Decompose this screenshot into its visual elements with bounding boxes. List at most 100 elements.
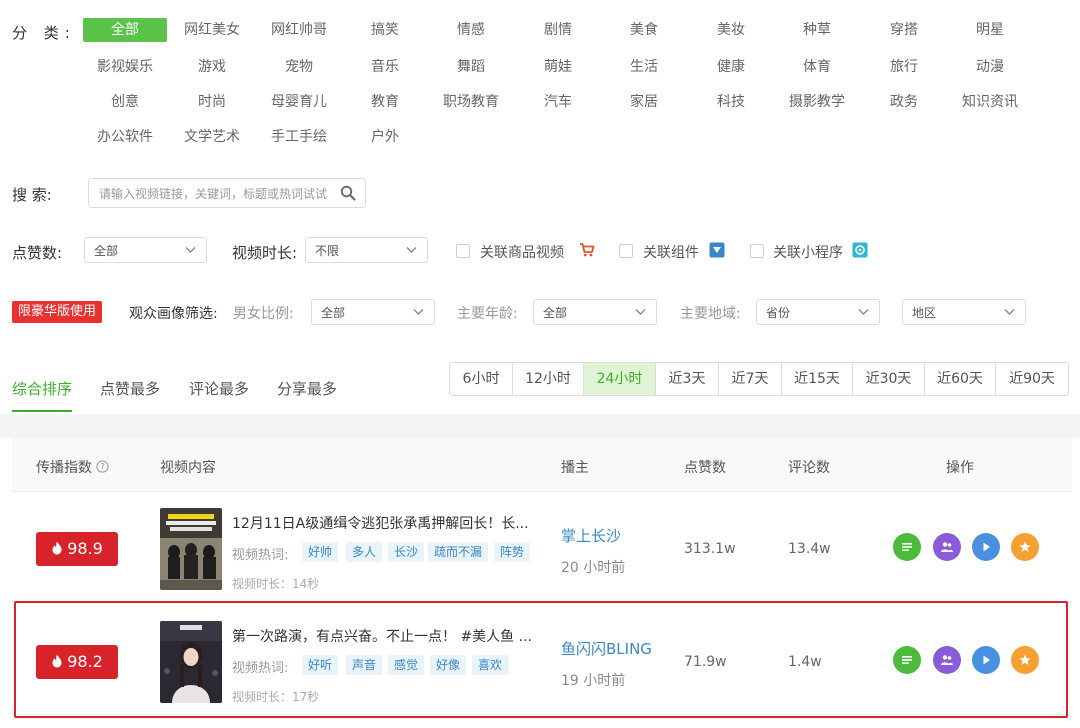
tab-most-likes[interactable]: 点赞最多 bbox=[100, 378, 160, 399]
time-range-option[interactable]: 近60天 bbox=[925, 363, 996, 395]
time-range-option[interactable]: 近90天 bbox=[996, 363, 1068, 395]
favorite-button[interactable] bbox=[1011, 533, 1039, 561]
author-name[interactable]: 掌上长沙 bbox=[561, 525, 621, 546]
time-range-option[interactable]: 12小时 bbox=[513, 363, 584, 395]
comments-count: 13.4w bbox=[788, 541, 831, 557]
hot-word-tag[interactable]: 感觉 bbox=[388, 655, 425, 675]
header-spread-index-label: 传播指数 bbox=[36, 460, 92, 476]
category-item[interactable]: 网红美女 bbox=[170, 18, 254, 42]
hot-word-tag[interactable]: 好帅 bbox=[302, 542, 339, 562]
section-divider bbox=[0, 414, 1080, 438]
header-spread-index: 传播指数? bbox=[36, 457, 109, 477]
video-thumbnail[interactable] bbox=[160, 508, 222, 590]
hot-word-tag[interactable]: 疏而不漏 bbox=[428, 542, 489, 562]
audience-button[interactable] bbox=[933, 533, 961, 561]
table-row: 98.9 12月11日A级通缉令逃犯张承禹押解回长！长... 视频热词: 好帅 … bbox=[12, 494, 1072, 602]
component-checkbox[interactable] bbox=[619, 244, 633, 258]
category-item[interactable]: 科技 bbox=[689, 90, 773, 114]
category-item[interactable]: 舞蹈 bbox=[429, 55, 513, 79]
play-button[interactable] bbox=[972, 646, 1000, 674]
category-item[interactable]: 文学艺术 bbox=[170, 125, 254, 149]
miniprogram-checkbox[interactable] bbox=[750, 244, 764, 258]
star-icon bbox=[1019, 541, 1031, 552]
gender-ratio-select[interactable]: 全部 bbox=[311, 299, 435, 325]
category-item[interactable]: 生活 bbox=[602, 55, 686, 79]
category-item[interactable]: 宠物 bbox=[257, 55, 341, 79]
author-name[interactable]: 鱼闪闪BLING bbox=[561, 638, 652, 659]
tab-comprehensive[interactable]: 综合排序 bbox=[12, 378, 72, 399]
category-item[interactable]: 知识资讯 bbox=[948, 90, 1032, 114]
video-title[interactable]: 12月11日A级通缉令逃犯张承禹押解回长！长... bbox=[232, 513, 542, 533]
video-thumbnail[interactable] bbox=[160, 621, 222, 703]
category-item[interactable]: 职场教育 bbox=[429, 90, 513, 114]
hot-word-tag[interactable]: 多人 bbox=[346, 542, 383, 562]
category-item[interactable]: 摄影教学 bbox=[775, 90, 859, 114]
help-icon[interactable]: ? bbox=[96, 460, 109, 473]
play-button[interactable] bbox=[972, 533, 1000, 561]
category-item[interactable]: 动漫 bbox=[948, 55, 1032, 79]
category-item[interactable]: 种草 bbox=[775, 18, 859, 42]
time-range-option[interactable]: 近15天 bbox=[782, 363, 853, 395]
time-range-option[interactable]: 近30天 bbox=[853, 363, 925, 395]
category-item[interactable]: 体育 bbox=[775, 55, 859, 79]
category-item[interactable]: 剧情 bbox=[516, 18, 600, 42]
time-range-option[interactable]: 24小时 bbox=[584, 363, 656, 395]
favorite-button[interactable] bbox=[1011, 646, 1039, 674]
time-range-option[interactable]: 近7天 bbox=[719, 363, 782, 395]
category-item[interactable]: 政务 bbox=[862, 90, 946, 114]
tab-most-comments[interactable]: 评论最多 bbox=[189, 378, 249, 399]
category-item[interactable]: 美妆 bbox=[689, 18, 773, 42]
video-title[interactable]: 第一次路演，有点兴奋。不止一点！ #美人鱼 ... bbox=[232, 626, 542, 646]
tab-most-shares[interactable]: 分享最多 bbox=[277, 378, 337, 399]
category-all[interactable]: 全部 bbox=[83, 18, 167, 42]
hot-word-tag[interactable]: 好像 bbox=[430, 655, 467, 675]
category-item[interactable]: 游戏 bbox=[170, 55, 254, 79]
category-item[interactable]: 情感 bbox=[429, 18, 513, 42]
gender-ratio-value: 全部 bbox=[321, 306, 346, 320]
category-item[interactable]: 搞笑 bbox=[343, 18, 427, 42]
time-range-option[interactable]: 近3天 bbox=[656, 363, 719, 395]
province-select[interactable]: 省份 bbox=[756, 299, 880, 325]
likes-select[interactable]: 全部 bbox=[84, 237, 207, 263]
hot-word-tag[interactable]: 喜欢 bbox=[472, 655, 509, 675]
goods-video-checkbox[interactable] bbox=[456, 244, 470, 258]
category-item[interactable]: 母婴育儿 bbox=[257, 90, 341, 114]
hot-word-tag[interactable]: 阵势 bbox=[494, 542, 531, 562]
audience-button[interactable] bbox=[933, 646, 961, 674]
hot-word-tag[interactable]: 长沙 bbox=[388, 542, 425, 562]
category-item[interactable]: 户外 bbox=[343, 125, 427, 149]
category-item[interactable]: 汽车 bbox=[516, 90, 600, 114]
category-item[interactable]: 音乐 bbox=[343, 55, 427, 79]
category-item[interactable]: 网红帅哥 bbox=[257, 18, 341, 42]
category-item[interactable]: 穿搭 bbox=[862, 18, 946, 42]
category-item[interactable]: 美食 bbox=[602, 18, 686, 42]
category-item[interactable]: 办公软件 bbox=[83, 125, 167, 149]
hot-word-tag[interactable]: 声音 bbox=[346, 655, 383, 675]
time-range-option[interactable]: 6小时 bbox=[450, 363, 513, 395]
category-item[interactable]: 健康 bbox=[689, 55, 773, 79]
search-label: 搜 索: bbox=[12, 186, 52, 204]
spread-index-value: 98.2 bbox=[67, 652, 103, 671]
duration-select[interactable]: 不限 bbox=[305, 237, 428, 263]
city-select[interactable]: 地区 bbox=[902, 299, 1026, 325]
category-item[interactable]: 影视娱乐 bbox=[83, 55, 167, 79]
category-item[interactable]: 萌娃 bbox=[516, 55, 600, 79]
time-range-selector: 6小时 12小时 24小时 近3天 近7天 近15天 近30天 近60天 近90天 bbox=[449, 362, 1069, 396]
category-item[interactable]: 创意 bbox=[83, 90, 167, 114]
category-item[interactable]: 明星 bbox=[948, 18, 1032, 42]
detail-button[interactable] bbox=[893, 646, 921, 674]
table-row: 98.2 第一次路演，有点兴奋。不止一点！ #美人鱼 ... 视频热词: 好听 … bbox=[12, 607, 1072, 715]
search-input[interactable] bbox=[99, 184, 335, 204]
category-label: 分 类: bbox=[12, 24, 76, 42]
search-icon[interactable] bbox=[340, 185, 356, 201]
main-age-select[interactable]: 全部 bbox=[533, 299, 657, 325]
category-item[interactable]: 家居 bbox=[602, 90, 686, 114]
miniprogram-label: 关联小程序 bbox=[773, 245, 843, 261]
category-item[interactable]: 时尚 bbox=[170, 90, 254, 114]
category-item[interactable]: 旅行 bbox=[862, 55, 946, 79]
detail-button[interactable] bbox=[893, 533, 921, 561]
main-age-label: 主要年龄: bbox=[457, 306, 518, 322]
category-item[interactable]: 教育 bbox=[343, 90, 427, 114]
hot-word-tag[interactable]: 好听 bbox=[302, 655, 339, 675]
category-item[interactable]: 手工手绘 bbox=[257, 125, 341, 149]
